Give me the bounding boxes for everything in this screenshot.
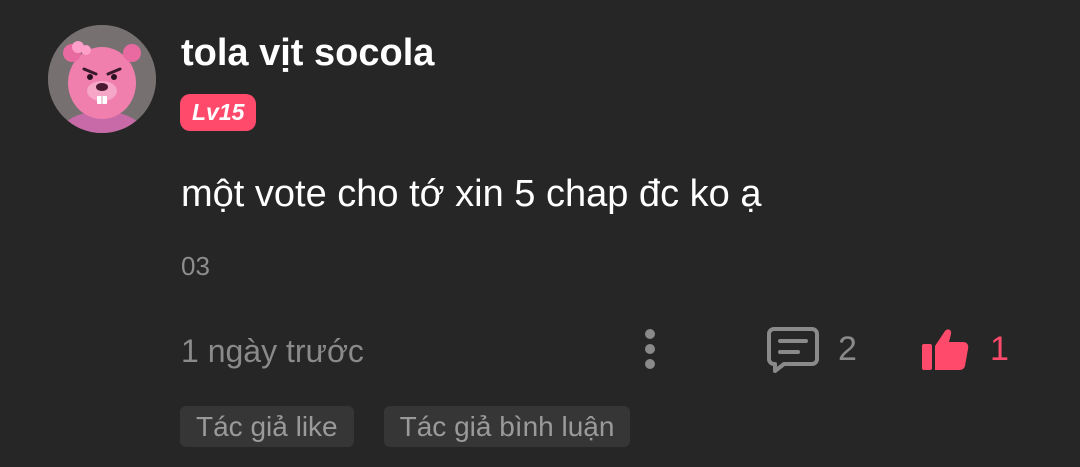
- more-options-button[interactable]: [632, 322, 668, 376]
- username[interactable]: tola vịt socola: [181, 30, 434, 76]
- like-count: 1: [990, 329, 1009, 368]
- more-vertical-icon: [645, 329, 655, 369]
- thumbs-up-icon: [922, 329, 969, 370]
- tag-author-commented: Tác giả bình luận: [383, 406, 631, 447]
- comment-timestamp: 1 ngày trước: [181, 333, 364, 369]
- comment-text: một vote cho tớ xin 5 chap đc ko ạ: [181, 173, 762, 215]
- comment-meta: 03: [181, 251, 210, 281]
- like-button[interactable]: 1: [920, 322, 1009, 376]
- pink-beaver-avatar-image: [48, 25, 156, 133]
- reply-count: 2: [838, 329, 857, 368]
- user-avatar[interactable]: [48, 25, 156, 133]
- tag-author-liked: Tác giả like: [180, 406, 354, 447]
- comment-bubble-icon: [767, 327, 819, 373]
- author-tags: Tác giả like Tác giả bình luận: [180, 406, 631, 447]
- level-badge: Lv15: [180, 94, 257, 131]
- comment-card: tola vịt socola Lv15 một vote cho tớ xin…: [0, 0, 1080, 467]
- reply-button[interactable]: 2: [766, 322, 857, 376]
